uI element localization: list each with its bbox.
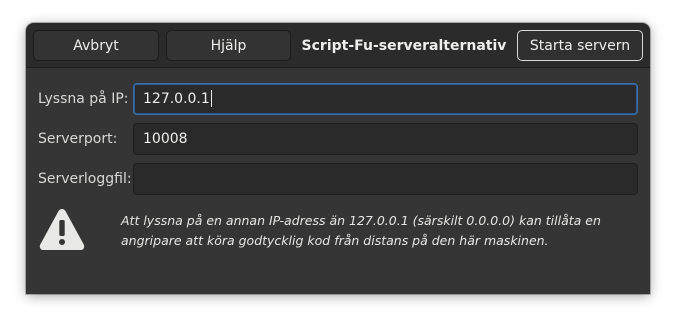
logfile-label: Serverloggfil: xyxy=(38,171,132,187)
script-fu-server-dialog: Avbryt Hjälp Script-Fu-serveralternativ … xyxy=(26,23,650,294)
ip-input[interactable]: 127.0.0.1 xyxy=(133,83,638,115)
help-button[interactable]: Hjälp xyxy=(166,30,291,61)
start-server-button[interactable]: Starta servern xyxy=(517,30,643,61)
header-bar: Avbryt Hjälp Script-Fu-serveralternativ … xyxy=(26,23,650,68)
port-input-value: 10008 xyxy=(143,131,188,147)
warning-message: Att lyssna på en annan IP-adress än 127.… xyxy=(121,213,601,248)
text-caret xyxy=(210,89,212,107)
cancel-button[interactable]: Avbryt xyxy=(33,30,159,61)
dialog-title: Script-Fu-serveralternativ xyxy=(301,37,507,54)
logfile-input[interactable] xyxy=(133,163,638,195)
port-input[interactable]: 10008 xyxy=(133,123,638,155)
ip-input-value: 127.0.0.1 xyxy=(143,91,210,107)
port-label: Serverport: xyxy=(38,131,118,147)
ip-label: Lyssna på IP: xyxy=(38,91,129,107)
warning-triangle-icon xyxy=(38,207,86,253)
